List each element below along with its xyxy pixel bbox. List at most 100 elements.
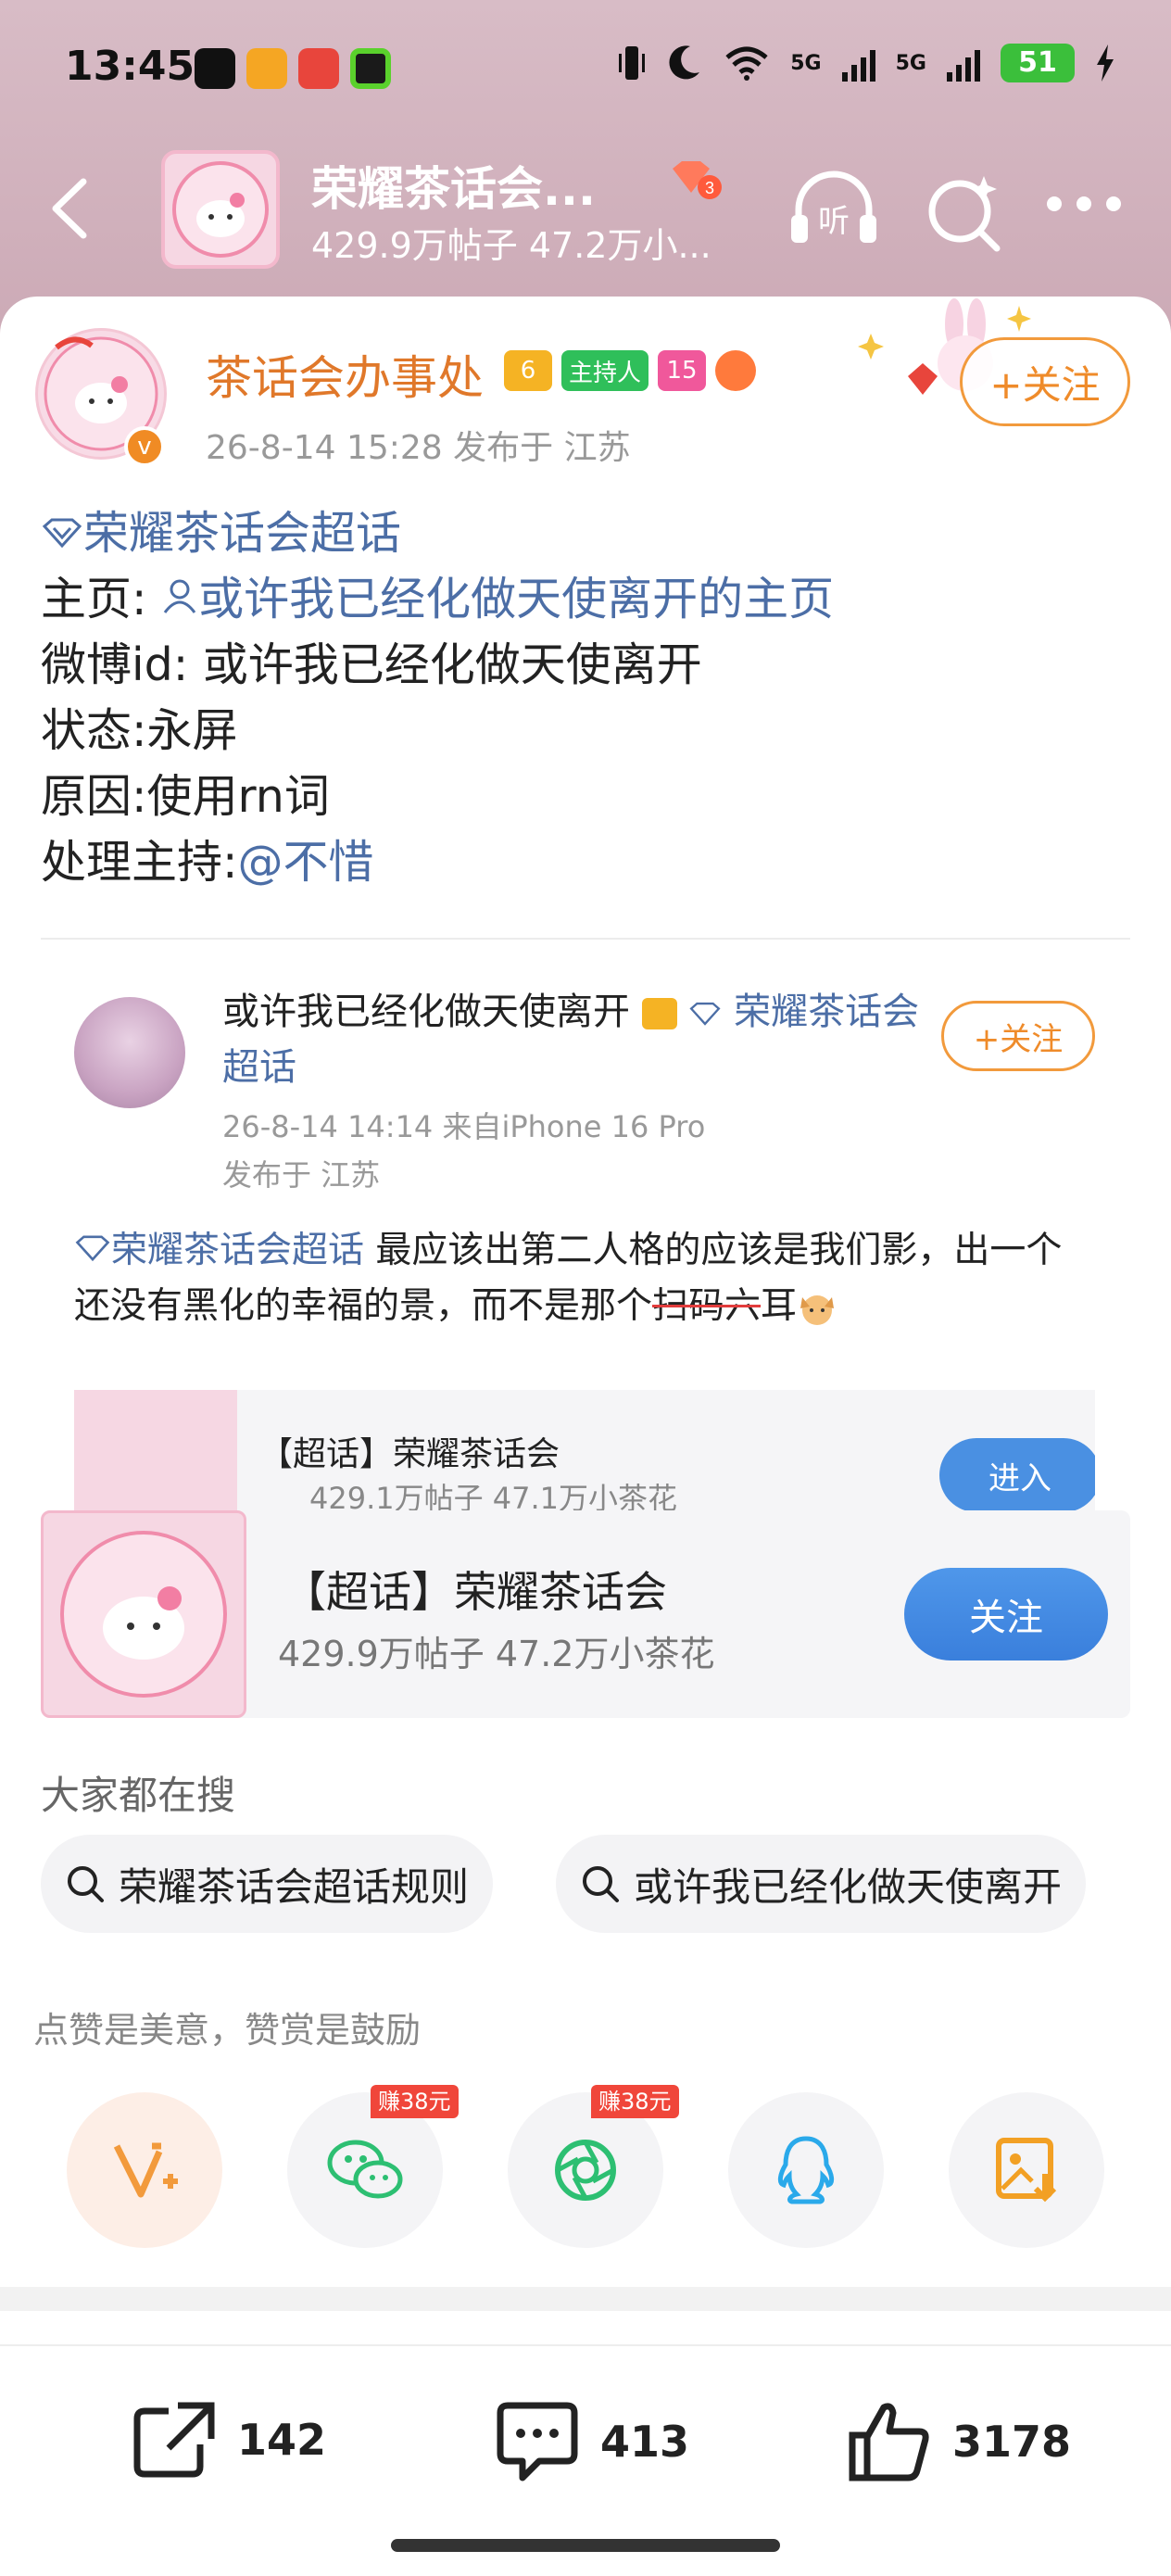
repost-author-name[interactable]: 或许我已经化做天使离开 — [222, 991, 630, 1033]
search-suggestion-chip[interactable]: 或许我已经化做天使离开 — [556, 1835, 1087, 1933]
comment-count: 413 — [600, 2417, 690, 2467]
search-suggestion-text: 或许我已经化做天使离开 — [634, 1863, 1063, 1910]
reward-button[interactable] — [67, 2092, 222, 2248]
follow-topic-button[interactable]: 关注 — [904, 1568, 1108, 1661]
status-time: 13:45 — [65, 43, 195, 90]
like-action[interactable]: 3178 — [847, 2400, 1071, 2483]
repost-text: 荣耀茶话会超话 最应该出第二人格的应该是我们影，出一个还没有黑化的幸福的景，而不… — [74, 1223, 1093, 1334]
moments-earn-tag: 赚38元 — [591, 2085, 679, 2118]
ai-search-icon[interactable] — [923, 170, 1006, 254]
comment-action[interactable]: 413 — [495, 2400, 689, 2483]
topic-header: 荣耀茶话会... 3 429.9万帖子 47.2万小... 听 — [0, 139, 1171, 278]
moments-icon — [555, 2140, 616, 2201]
status-line: 状态:永屏 — [41, 704, 238, 757]
reason-line: 原因:使用rn词 — [41, 770, 330, 823]
post-card: v 茶话会办事处 6 主持人 15 26-8-14 15:28 发布于 江苏 +… — [0, 297, 1171, 2311]
author-name[interactable]: 茶话会办事处 — [206, 341, 484, 408]
follow-repost-author-button[interactable]: +关注 — [941, 1001, 1095, 1071]
repost-text-tail: 耳 — [761, 1285, 798, 1327]
repost-author-line: 或许我已经化做天使离开 荣耀茶话会超话 — [222, 984, 945, 1095]
repost-text-topic-link[interactable]: 荣耀茶话会超话 — [111, 1230, 364, 1271]
status-bar: 13:45 5G 5G 51 — [0, 0, 1171, 139]
handler-label: 处理主持: — [41, 836, 238, 889]
home-indicator[interactable] — [391, 2539, 780, 2552]
signal-icon — [947, 44, 980, 82]
app-notification-icon — [195, 48, 235, 89]
wifi-icon — [725, 46, 768, 81]
vibrate-icon — [619, 46, 646, 80]
repost-time-source: 26-8-14 14:14 来自iPhone 16 Pro — [222, 1109, 706, 1144]
save-image-icon — [996, 2138, 1057, 2203]
handler-line: 处理主持:@不惜 — [41, 829, 834, 895]
listen-icon[interactable]: 听 — [787, 167, 880, 250]
status-notification-icons — [195, 48, 391, 89]
supertopic-link[interactable]: 荣耀茶话会超话 — [83, 507, 401, 560]
signal-icon — [841, 44, 875, 82]
enter-topic-button[interactable]: 进入 — [939, 1438, 1095, 1512]
supertopic-diamond-icon — [75, 1235, 110, 1262]
search-icon — [583, 1866, 619, 1902]
wechat-icon — [327, 2140, 403, 2199]
home-label: 主页: — [41, 573, 162, 625]
back-arrow-icon[interactable] — [43, 176, 98, 241]
trending-search-heading: 大家都在搜 — [41, 1773, 236, 1818]
app-notification-icon — [298, 48, 339, 89]
supertopic-thumbnail — [41, 1510, 246, 1718]
level-diamond-icon: 3 — [673, 161, 722, 199]
repost-meta: 26-8-14 14:14 来自iPhone 16 Pro 发布于 江苏 — [222, 1103, 705, 1199]
comment-icon — [497, 2402, 578, 2481]
crown-level-icon: 6 — [504, 350, 552, 391]
repost-action[interactable]: 142 — [132, 2400, 326, 2480]
profile-link[interactable]: 或许我已经化做天使离开的主页 — [198, 573, 834, 625]
repost-topic-title: 【超话】荣耀茶话会 — [259, 1435, 560, 1473]
repost-count: 142 — [237, 2415, 327, 2465]
thumbs-up-icon — [849, 2403, 929, 2481]
repost-text-struck: 扫码六 — [652, 1285, 762, 1327]
svg-text:3: 3 — [705, 179, 714, 197]
share-options: 赚38元 赚38元 — [0, 2085, 1171, 2250]
share-icon — [133, 2402, 215, 2478]
follow-author-button[interactable]: +关注 — [960, 337, 1130, 426]
qq-icon — [777, 2136, 835, 2204]
topic-avatar[interactable] — [161, 150, 280, 269]
author-badges: 6 主持人 15 — [504, 350, 757, 391]
wechat-earn-tag: 赚38元 — [371, 2085, 459, 2118]
network-label: 5G — [790, 51, 822, 75]
post-meta: 26-8-14 15:28 发布于 江苏 — [206, 429, 631, 467]
verified-badge-icon: v — [124, 426, 165, 467]
search-icon — [68, 1866, 104, 1902]
user-profile-icon — [163, 579, 196, 613]
status-indicators: 5G 5G 51 — [618, 43, 1115, 83]
reward-hint: 点赞是美意，赞赏是鼓励 — [33, 2010, 422, 2051]
post-body: 荣耀茶话会超话 主页: 或许我已经化做天使离开的主页 微博id: 或许我已经化做… — [41, 500, 834, 895]
section-separator — [0, 2287, 1171, 2311]
repost-location: 发布于 江苏 — [222, 1157, 381, 1193]
diamond-level-icon: 15 — [658, 350, 707, 391]
dog-emoji-icon — [800, 1294, 835, 1325]
fan-badge-icon — [715, 350, 757, 391]
weibo-id-line: 微博id: 或许我已经化做天使离开 — [41, 638, 702, 691]
battery-indicator: 51 — [1001, 44, 1075, 82]
app-notification-icon — [246, 48, 287, 89]
charging-icon — [1097, 44, 1114, 82]
like-count: 3178 — [952, 2417, 1072, 2467]
host-badge: 主持人 — [561, 350, 649, 391]
repost-author-avatar[interactable] — [74, 997, 185, 1108]
home-line: 主页: 或许我已经化做天使离开的主页 — [41, 566, 834, 632]
share-qq-button[interactable] — [728, 2092, 884, 2248]
mention-link[interactable]: @不惜 — [238, 836, 374, 889]
crown-level-icon — [641, 998, 677, 1029]
topic-link-line[interactable]: 荣耀茶话会超话 — [41, 500, 834, 566]
bottom-action-bar: 142 413 3178 — [0, 2344, 1171, 2530]
supertopic-diamond-icon — [42, 518, 82, 549]
save-image-button[interactable] — [949, 2092, 1104, 2248]
divider — [41, 938, 1130, 940]
hello-kitty-logo-icon — [172, 161, 269, 258]
reward-v-icon — [113, 2142, 178, 2198]
more-options-icon[interactable] — [1047, 196, 1121, 219]
supertopic-card[interactable]: 【超话】荣耀茶话会 429.9万帖子 47.2万小茶花 关注 — [41, 1510, 1130, 1718]
search-suggestion-chip[interactable]: 荣耀茶话会超话规则 — [41, 1835, 494, 1933]
network-label: 5G — [895, 51, 926, 75]
topic-title[interactable]: 荣耀茶话会... — [311, 152, 596, 219]
topic-stats: 429.9万帖子 47.2万小... — [311, 225, 711, 266]
